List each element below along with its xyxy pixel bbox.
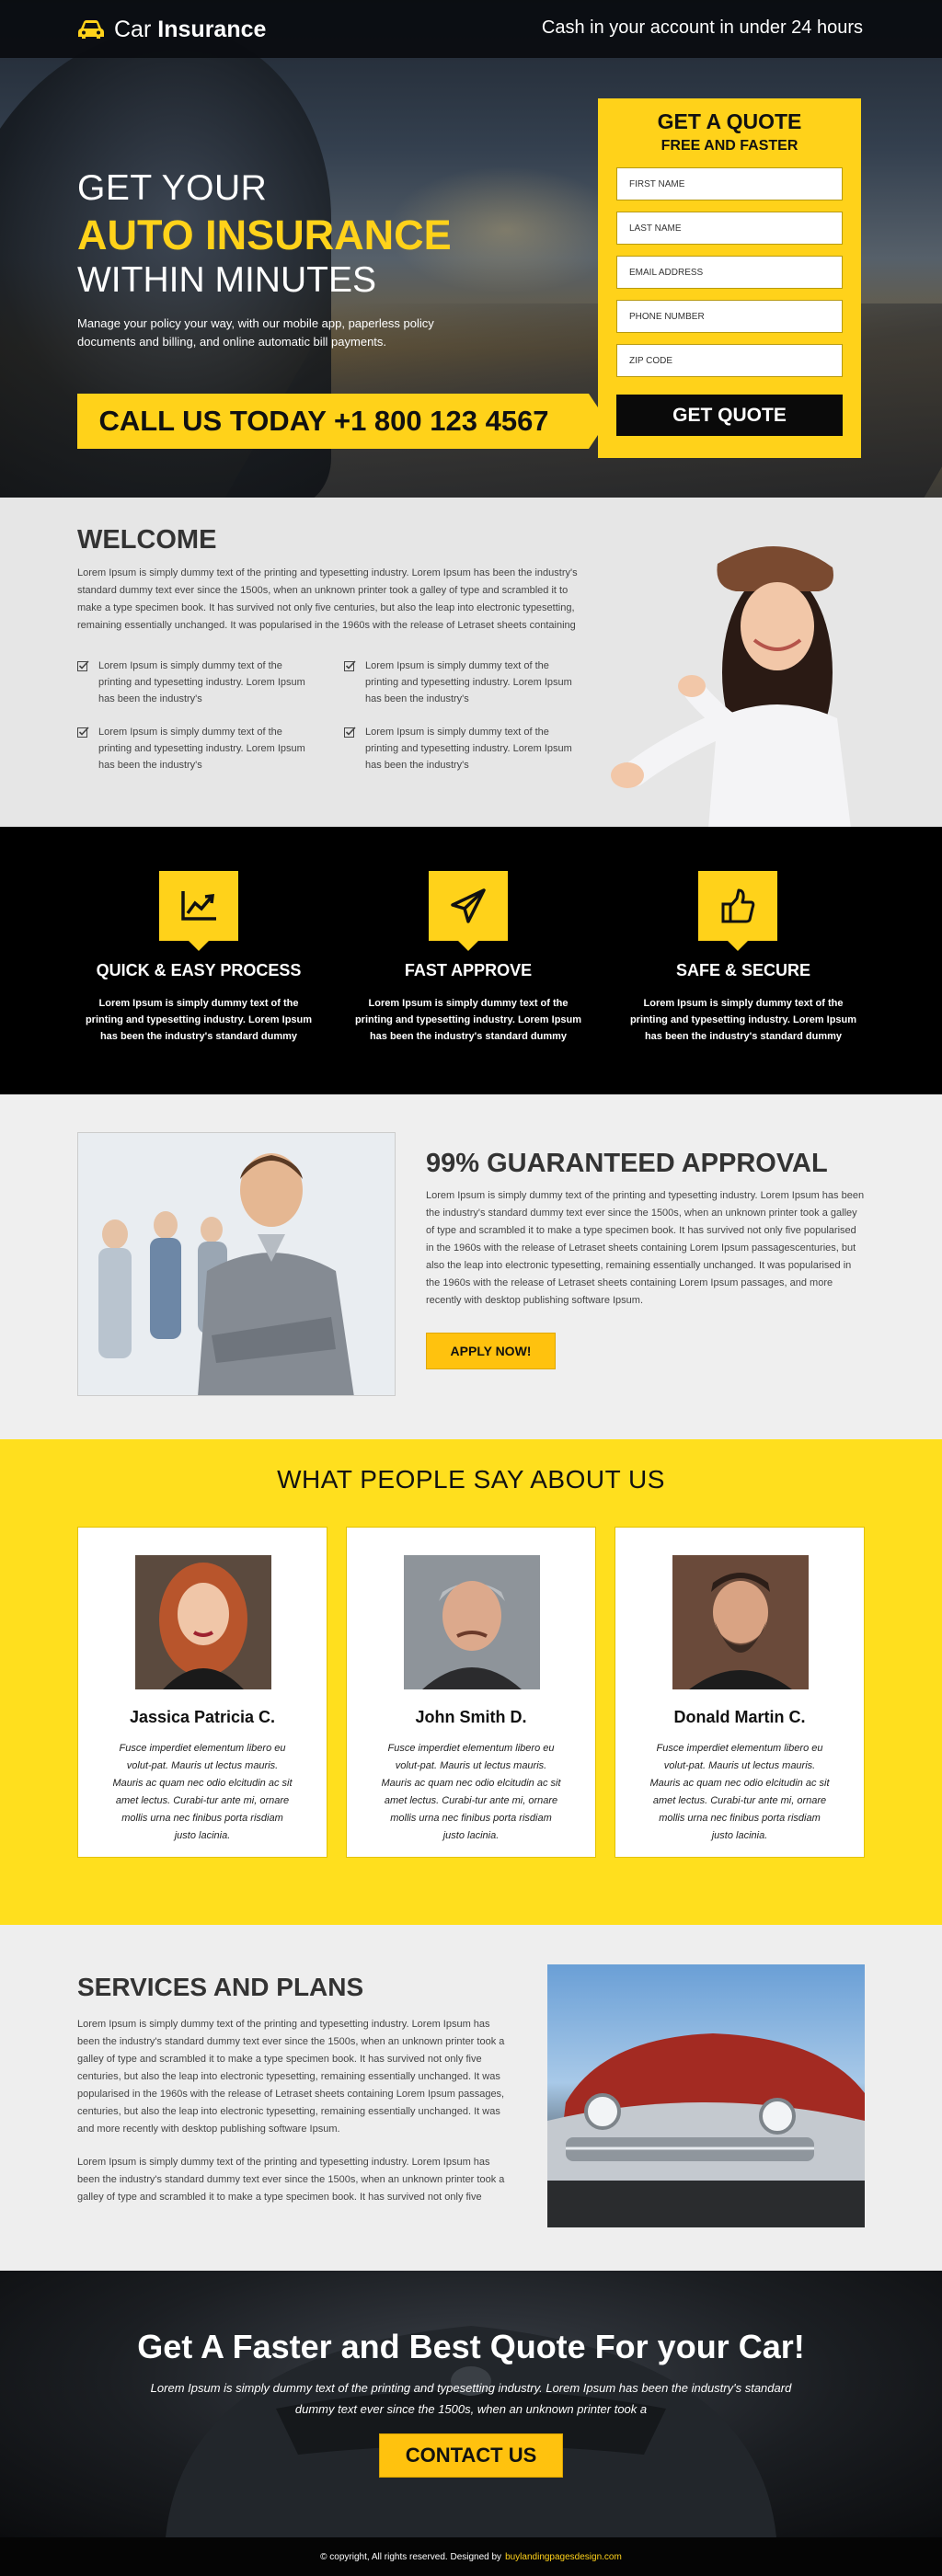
- phone-input[interactable]: [617, 301, 842, 332]
- quote-form-subtitle: FREE AND FASTER: [661, 138, 798, 154]
- feature-title: SAFE & SECURE: [675, 961, 811, 979]
- checkbox-icon: [77, 660, 89, 671]
- first-name-input[interactable]: [617, 168, 842, 200]
- feature-icon-box: [159, 871, 238, 951]
- avatar: [672, 1555, 809, 1689]
- checkbox-icon: [344, 727, 356, 738]
- hero-headline-line1: GET YOUR: [77, 168, 268, 208]
- apply-now-button[interactable]: APPLY NOW!: [426, 1333, 556, 1369]
- services-section: SERVICES AND PLANS Lorem Ipsum is simply…: [0, 1925, 942, 2271]
- testimonial-text: Fusce imperdiet elementum libero eu volu…: [649, 1743, 830, 1841]
- avatar-image: [404, 1555, 540, 1689]
- logo[interactable]: Car Insurance: [77, 16, 266, 43]
- testimonial-card: Jassica Patricia C. Fusce imperdiet elem…: [77, 1527, 327, 1858]
- welcome-list-item: Lorem Ipsum is simply dummy text of the …: [344, 724, 579, 773]
- contact-us-button[interactable]: CONTACT US: [379, 2433, 563, 2478]
- first-name-field[interactable]: [616, 167, 843, 200]
- footer-copyright: © copyright, All rights reserved. Design…: [320, 2551, 502, 2562]
- car-icon: [78, 20, 104, 39]
- checkbox-icon: [344, 660, 356, 671]
- hero-description: Manage your policy your way, with our mo…: [77, 316, 434, 349]
- call-us-button[interactable]: CALL US TODAY +1 800 123 4567: [77, 394, 607, 449]
- feature-text: Lorem Ipsum is simply dummy text of the …: [629, 998, 857, 1042]
- paper-plane-icon: [451, 888, 486, 923]
- zip-code-field[interactable]: [616, 344, 843, 377]
- services-paragraph-2: Lorem Ipsum is simply dummy text of the …: [77, 2157, 505, 2203]
- header-tagline: Cash in your account in under 24 hours: [541, 17, 863, 38]
- welcome-text: Lorem Ipsum is simply dummy text of the …: [77, 567, 578, 631]
- hero-headline-line3: WITHIN MINUTES: [77, 260, 376, 300]
- testimonial-text: Fusce imperdiet elementum libero eu volu…: [112, 1743, 293, 1841]
- email-input[interactable]: [617, 257, 842, 288]
- cta-section: Get A Faster and Best Quote For your Car…: [0, 2271, 942, 2537]
- phone-field[interactable]: [616, 300, 843, 333]
- welcome-list-item: Lorem Ipsum is simply dummy text of the …: [77, 724, 312, 773]
- feature-text: Lorem Ipsum is simply dummy text of the …: [354, 998, 582, 1042]
- avatar: [135, 1555, 271, 1689]
- testimonial-text: Fusce imperdiet elementum libero eu volu…: [381, 1743, 561, 1841]
- businessman-image: [77, 1132, 396, 1396]
- welcome-list-item-text: Lorem Ipsum is simply dummy text of the …: [98, 660, 305, 704]
- top-bar: Car Insurance Cash in your account in un…: [0, 0, 942, 58]
- quote-form-title: GET A QUOTE: [657, 109, 802, 133]
- feature-title: FAST APPROVE: [404, 961, 533, 979]
- testimonial-name: Jassica Patricia C.: [129, 1708, 276, 1726]
- classic-car-illustration: [547, 2033, 865, 2227]
- welcome-title: WELCOME: [77, 525, 217, 555]
- last-name-field[interactable]: [616, 212, 843, 245]
- testimonial-card: John Smith D. Fusce imperdiet elementum …: [346, 1527, 596, 1858]
- avatar-image: [672, 1555, 809, 1689]
- services-paragraph-1: Lorem Ipsum is simply dummy text of the …: [77, 2019, 505, 2135]
- feature-text: Lorem Ipsum is simply dummy text of the …: [85, 998, 313, 1042]
- hero-headline-line2: AUTO INSURANCE: [77, 212, 452, 258]
- email-field[interactable]: [616, 256, 843, 289]
- quote-form: GET A QUOTE FREE AND FASTER GET QUOTE: [598, 98, 861, 458]
- testimonial-name: Donald Martin C.: [673, 1708, 806, 1726]
- feature-title: QUICK & EASY PROCESS: [96, 961, 302, 979]
- chart-icon: [181, 891, 216, 921]
- welcome-list-item-text: Lorem Ipsum is simply dummy text of the …: [98, 727, 305, 771]
- features-section: QUICK & EASY PROCESS Lorem Ipsum is simp…: [0, 827, 942, 1094]
- hero-section: GET YOUR AUTO INSURANCE WITHIN MINUTES M…: [0, 0, 942, 498]
- thumbs-up-icon: [721, 888, 755, 923]
- cta-text: Lorem Ipsum is simply dummy text of the …: [150, 2381, 792, 2416]
- services-title: SERVICES AND PLANS: [77, 1973, 364, 2001]
- testimonial-card: Donald Martin C. Fusce imperdiet element…: [615, 1527, 865, 1858]
- welcome-list-item-text: Lorem Ipsum is simply dummy text of the …: [365, 660, 572, 704]
- cta-title: Get A Faster and Best Quote For your Car…: [137, 2328, 805, 2365]
- last-name-input[interactable]: [617, 212, 842, 244]
- avatar: [404, 1555, 540, 1689]
- approval-section: 99% GUARANTEED APPROVAL Lorem Ipsum is s…: [0, 1094, 942, 1439]
- welcome-section: WELCOME Lorem Ipsum is simply dummy text…: [0, 498, 942, 827]
- avatar-image: [135, 1555, 271, 1689]
- businessman-illustration: [78, 1133, 395, 1395]
- approval-text: Lorem Ipsum is simply dummy text of the …: [426, 1190, 865, 1306]
- approval-title: 99% GUARANTEED APPROVAL: [426, 1149, 828, 1178]
- woman-pointing-image: [611, 545, 851, 827]
- footer: © copyright, All rights reserved. Design…: [0, 2537, 942, 2576]
- welcome-list-item: Lorem Ipsum is simply dummy text of the …: [77, 658, 312, 707]
- feature-icon-box: [429, 871, 508, 951]
- logo-text-car: Car: [114, 16, 152, 42]
- welcome-list-item: Lorem Ipsum is simply dummy text of the …: [344, 658, 579, 707]
- classic-car-image: [547, 1964, 865, 2227]
- testimonials-section: WHAT PEOPLE SAY ABOUT US Jassica Patrici…: [0, 1439, 942, 1925]
- testimonials-title: WHAT PEOPLE SAY ABOUT US: [277, 1465, 665, 1494]
- footer-designer-link[interactable]: buylandingpagesdesign.com: [505, 2552, 622, 2562]
- checkbox-icon: [77, 727, 89, 738]
- zip-code-input[interactable]: [617, 345, 842, 376]
- welcome-list-item-text: Lorem Ipsum is simply dummy text of the …: [365, 727, 572, 771]
- testimonial-name: John Smith D.: [415, 1708, 527, 1726]
- feature-icon-box: [698, 871, 777, 951]
- get-quote-button[interactable]: GET QUOTE: [616, 395, 843, 436]
- logo-text-insurance: Insurance: [157, 16, 267, 42]
